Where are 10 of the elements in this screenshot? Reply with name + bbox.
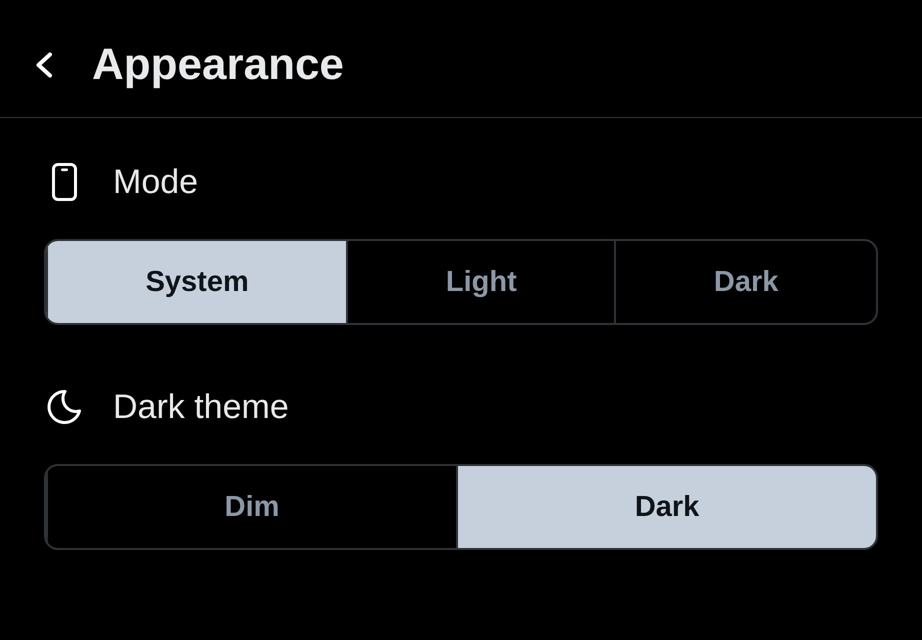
segment-button[interactable]: Dark <box>456 466 876 548</box>
segment-button[interactable]: System <box>46 241 346 323</box>
section-label: Mode <box>113 162 198 202</box>
moon-icon <box>46 389 82 425</box>
section-label: Dark theme <box>113 388 289 426</box>
page-title: Appearance <box>92 40 344 90</box>
segment-button[interactable]: Dark <box>614 241 876 323</box>
back-icon[interactable] <box>35 52 53 78</box>
segment-button[interactable]: Light <box>346 241 614 323</box>
phone-icon <box>52 163 77 201</box>
